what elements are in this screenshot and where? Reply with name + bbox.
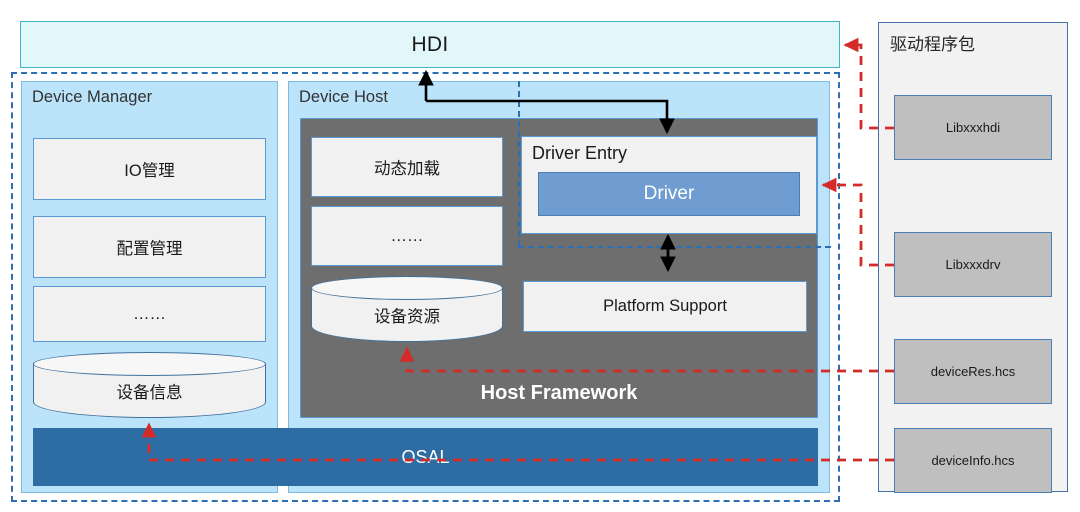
card-device-manager-more: …… <box>33 286 266 342</box>
card-config-management: 配置管理 <box>33 216 266 278</box>
package-item-deviceinfo-hcs: deviceInfo.hcs <box>894 428 1052 493</box>
host-framework-label: Host Framework <box>480 382 638 404</box>
driver-zone-dashed-vertical <box>518 81 520 247</box>
cylinder-device-resource-label: 设备资源 <box>374 307 440 326</box>
device-manager-title: Device Manager <box>32 88 153 106</box>
driver-entry-title: Driver Entry <box>532 143 628 163</box>
architecture-diagram: HDI Device Manager IO管理 配置管理 …… 设备信息 Dev… <box>0 0 1080 512</box>
card-io-management: IO管理 <box>33 138 266 200</box>
driver-package-title: 驱动程序包 <box>890 35 975 54</box>
device-host-title: Device Host <box>299 88 388 106</box>
cylinder-device-info-label: 设备信息 <box>116 383 183 402</box>
card-platform-support: Platform Support <box>523 281 807 332</box>
driver-zone-dashed-horizontal <box>518 246 831 248</box>
package-item-libxxxdrv: Libxxxdrv <box>894 232 1052 297</box>
osal-bar: OSAL <box>33 428 818 486</box>
osal-label: OSAL <box>401 446 450 467</box>
card-host-framework-more: …… <box>311 206 503 266</box>
package-item-libxxxhdi: Libxxxhdi <box>894 95 1052 160</box>
hdi-bar: HDI <box>20 21 840 68</box>
cylinder-device-info: 设备信息 <box>33 352 266 418</box>
driver-box: Driver <box>538 172 800 216</box>
package-item-deviceres-hcs: deviceRes.hcs <box>894 339 1052 404</box>
hdi-label: HDI <box>411 32 449 56</box>
card-dynamic-load: 动态加载 <box>311 137 503 197</box>
cylinder-device-resource: 设备资源 <box>311 276 503 342</box>
